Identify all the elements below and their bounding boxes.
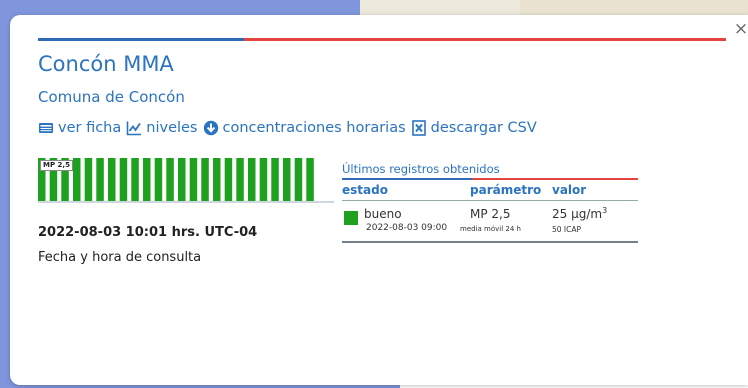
level-bar: [283, 158, 291, 201]
level-bar: [294, 158, 303, 201]
consult-caption: Fecha y hora de consulta: [38, 250, 202, 265]
row-icap: 50 ICAP: [552, 225, 582, 234]
level-bar: [131, 158, 139, 201]
action-links: ver ficha niveles concentraciones horari…: [38, 117, 537, 139]
row-estado: bueno: [364, 207, 402, 221]
level-bars: MP 2,5: [38, 156, 334, 204]
consult-datetime: 2022-08-03 10:01 hrs. UTC-04: [38, 225, 258, 240]
header-rule-red: [244, 38, 726, 41]
row-parametro: MP 2,5: [470, 207, 511, 221]
station-title: Concón MMA: [38, 52, 174, 76]
level-bar: [306, 158, 314, 201]
records-table: Últimos registros obtenidos estado parám…: [342, 162, 638, 243]
row-valor-text: 25 µg/m: [552, 207, 603, 221]
ver-ficha-link[interactable]: ver ficha: [38, 120, 121, 136]
header-valor: valor: [552, 183, 587, 197]
level-bar: [166, 158, 174, 201]
table-row: bueno MP 2,5 25 µg/m3 2022-08-03 09:00 m…: [342, 201, 638, 241]
niveles-link[interactable]: niveles: [126, 120, 198, 136]
level-bar: [96, 158, 104, 201]
level-bar: [108, 158, 116, 201]
level-bar: [259, 158, 268, 201]
station-commune: Comuna de Concón: [38, 88, 185, 106]
id-card-icon: [39, 123, 53, 133]
level-bar: [84, 158, 93, 201]
excel-file-icon: [411, 120, 426, 136]
download-circle-icon: [203, 120, 218, 136]
level-bar: [154, 158, 163, 201]
level-bars-chart: [38, 158, 334, 203]
row-divider: [342, 241, 638, 243]
close-button[interactable]: ×: [733, 20, 748, 38]
row-valor: 25 µg/m3: [552, 206, 607, 221]
descargar-csv-link[interactable]: descargar CSV: [411, 120, 537, 136]
level-bar: [236, 158, 244, 201]
records-header: estado parámetro valor: [342, 180, 638, 200]
level-bar: [143, 158, 151, 201]
header-parametro: parámetro: [470, 183, 542, 197]
line-chart-icon: [126, 121, 142, 136]
header-rule-blue: [38, 38, 244, 41]
header-estado: estado: [342, 183, 388, 197]
records-title: Últimos registros obtenidos: [342, 162, 500, 176]
level-bar: [119, 158, 128, 201]
ver-ficha-label: ver ficha: [58, 120, 122, 136]
level-bar: [178, 158, 186, 201]
row-fecha: 2022-08-03 09:00: [366, 223, 448, 233]
level-bar: [271, 158, 279, 201]
niveles-label: niveles: [146, 120, 198, 136]
status-swatch: [344, 211, 358, 225]
bars-parameter-label: MP 2,5: [40, 160, 73, 171]
header-rule: [38, 38, 726, 41]
level-bar: [248, 158, 256, 201]
concentraciones-label: concentraciones horarias: [222, 120, 406, 136]
level-bar: [189, 158, 198, 201]
row-valor-sup: 3: [602, 206, 608, 215]
descargar-csv-label: descargar CSV: [430, 120, 537, 136]
concentraciones-link[interactable]: concentraciones horarias: [203, 120, 406, 136]
level-bar: [213, 158, 221, 201]
level-bar: [73, 158, 81, 201]
level-bar: [224, 158, 233, 201]
row-detalle: media móvil 24 h: [460, 225, 521, 233]
level-bar: [201, 158, 209, 201]
